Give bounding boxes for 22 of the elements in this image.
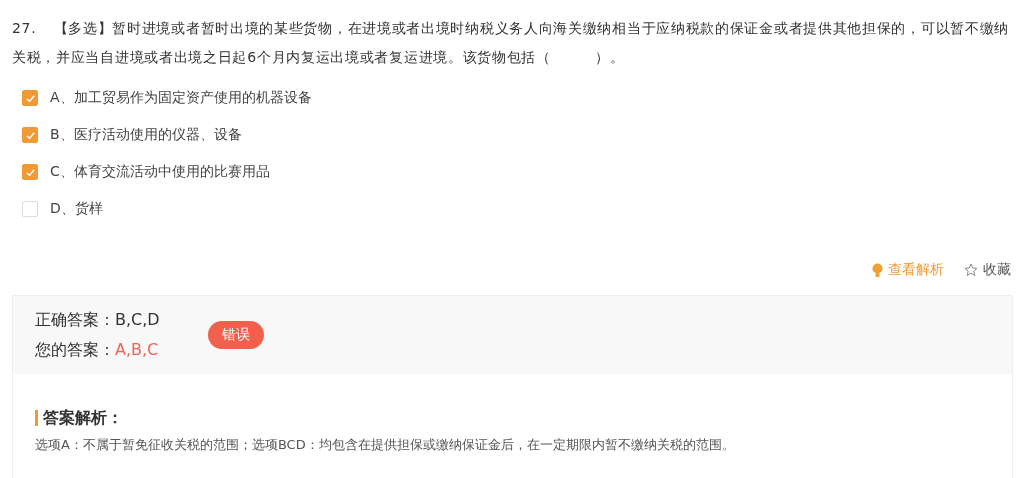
question-text: 27. 【多选】暂时进境或者暂时出境的某些货物，在进境或者出境时纳税义务人向海关缴纳相当于应纳税款的保证金或者提供其他担保的，可以暂不缴纳关税，并应当自进境或者出境之日起6个月内复运出境或者复运进境。该货物包括（ ）。	[11, 19, 1011, 67]
checkmark-icon	[24, 166, 36, 178]
option-label[interactable]: A、加工贸易作为固定资产使用的机器设备	[50, 89, 312, 107]
option-label[interactable]: B、医疗活动使用的仪器、设备	[50, 126, 242, 144]
checkbox[interactable]	[22, 164, 38, 180]
explanation-text: 选项A：不属于暂免征收关税的范围；选项BCD：均包含在提供担保或缴纳保证金后，在一定期限内暂不缴纳关税的范围。	[35, 436, 736, 454]
lightbulb-icon	[872, 262, 883, 278]
star-icon	[964, 263, 978, 277]
favorite-button[interactable]: 收藏	[964, 261, 1011, 279]
checkmark-icon	[24, 92, 36, 104]
checkbox[interactable]	[22, 90, 38, 106]
option-label[interactable]: C、体育交流活动中使用的比赛用品	[50, 163, 270, 181]
result-badge: 错误	[207, 321, 264, 349]
checkbox[interactable]	[22, 127, 38, 143]
your-answer: A,B,C	[115, 339, 159, 359]
your-answer-label: 您的答案：	[35, 339, 115, 359]
correct-answer-label: 正确答案：	[35, 309, 115, 329]
explanation-title: 答案解析：	[35, 410, 990, 426]
correct-answer: B,C,D	[115, 309, 160, 329]
checkmark-icon	[24, 129, 36, 141]
checkbox[interactable]	[22, 201, 38, 217]
option-label[interactable]: D、货样	[50, 200, 103, 218]
